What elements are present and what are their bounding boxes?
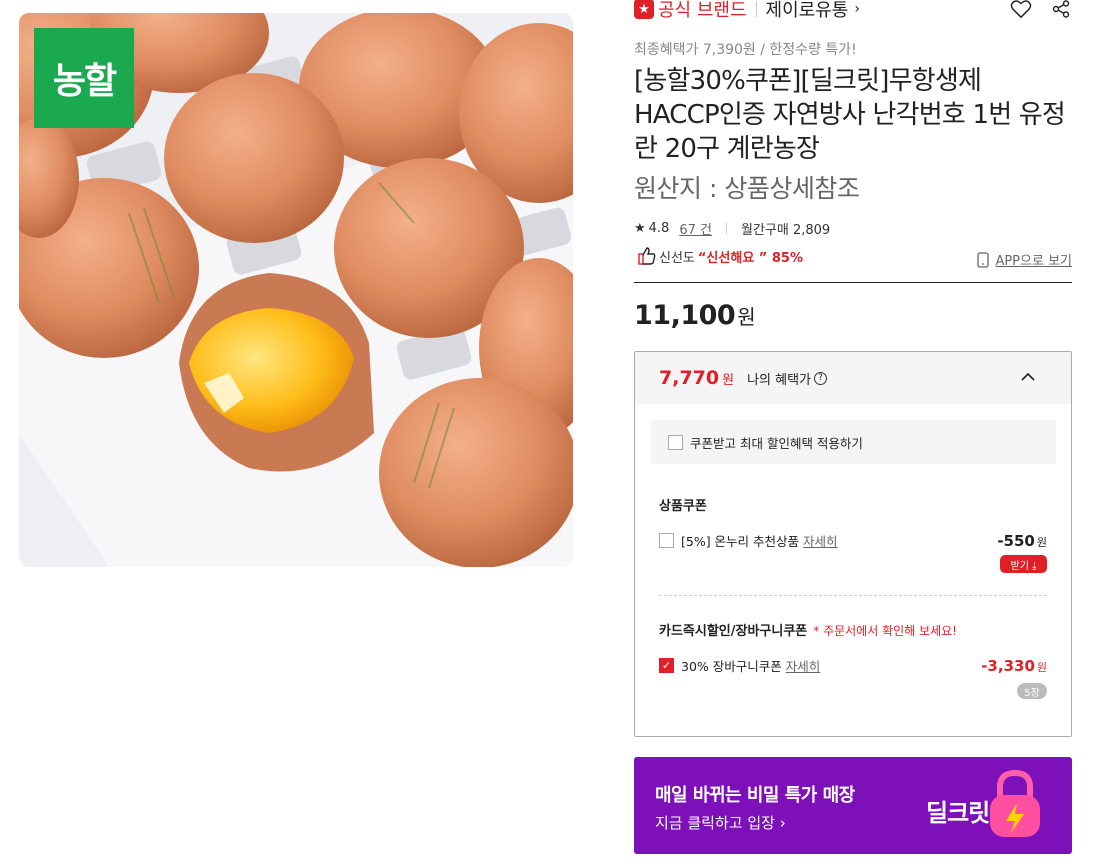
promo-text: 최종혜택가 7,390원 / 한정수량 특가! (634, 42, 857, 58)
product-coupon-name: [5%] 온누리 추천상품 (681, 534, 800, 549)
nonghal-logo: 농할 (34, 28, 134, 128)
star-badge-icon: ★ (634, 0, 654, 19)
product-coupon-row: [5%] 온누리 추천상품 자세히 -550 원 (659, 531, 1047, 550)
freshness-value: “신선해요 ” 85% (697, 250, 803, 266)
dealcret-banner[interactable]: 매일 바뀌는 비밀 특가 매장 지금 클릭하고 입장 › 딜크릿 (634, 757, 1072, 854)
benefit-panel: 7,770 원 나의 혜택가 ? 쿠폰받고 최대 할인혜택 적용하기 상품쿠폰 … (634, 351, 1072, 737)
cart-coupon-checkbox[interactable]: ✓ (659, 658, 674, 673)
review-count-link[interactable]: 67 건 (679, 219, 712, 238)
brand-row: ★ 공식 브랜드 제이로유통 › (634, 0, 1072, 24)
banner-title: 매일 바뀌는 비밀 특가 매장 (655, 785, 855, 806)
card-section-label: 카드즉시할인/장바구니쿠폰 (659, 624, 808, 639)
share-icon[interactable] (1050, 0, 1072, 20)
product-coupon-discount: -550 원 (997, 532, 1047, 550)
seller-link[interactable]: 제이로유통 › (766, 0, 860, 22)
discount-value: -3,330 (981, 656, 1035, 675)
official-brand-badge[interactable]: ★ 공식 브랜드 (634, 0, 747, 22)
card-section-note: * 주문서에서 확인해 보세요! (813, 624, 957, 638)
discount-unit: 원 (1036, 660, 1047, 674)
chevron-up-icon[interactable] (1019, 368, 1037, 386)
dealcret-logo: 딜크릿 (926, 799, 990, 827)
benefit-amount: 7,770 (659, 367, 720, 389)
card-section-title: 카드즉시할인/장바구니쿠폰 * 주문서에서 확인해 보세요! (659, 620, 957, 639)
heart-icon[interactable] (1010, 0, 1032, 20)
app-view-link[interactable]: APP으로 보기 (977, 250, 1072, 269)
divider (725, 223, 727, 234)
product-coupon-detail-link[interactable]: 자세히 (803, 531, 838, 550)
cart-coupon-name: 30% 장바구니쿠폰 (681, 659, 782, 674)
section-divider (634, 282, 1072, 283)
discount-unit: 원 (1036, 535, 1047, 549)
cart-coupon-discount: -3,330 원 (981, 657, 1047, 675)
product-title: [농할30%쿠폰][딜크릿]무항생제 HACCP인증 자연방사 난각번호 1번 … (634, 66, 1066, 164)
benefit-label: 나의 혜택가 (747, 372, 812, 388)
max-discount-option[interactable]: 쿠폰받고 최대 할인혜택 적용하기 (651, 420, 1056, 464)
rating-row: ★ 4.8 67 건 월간구매 2,809 (634, 219, 830, 238)
official-brand-label: 공식 브랜드 (658, 0, 747, 21)
banner-subtitle: 지금 클릭하고 입장 › (655, 814, 786, 832)
chevron-right-icon: › (854, 1, 860, 17)
app-view-label: APP으로 보기 (995, 254, 1072, 269)
benefit-header[interactable]: 7,770 원 나의 혜택가 ? (635, 352, 1071, 404)
seller-name: 제이로유통 (765, 0, 849, 21)
price-value: 11,100 (634, 300, 736, 331)
coupon-count-badge: 5장 (1017, 683, 1047, 699)
star-icon: ★ (634, 221, 646, 236)
cart-coupon-row: ✓ 30% 장바구니쿠폰 자세히 -3,330 원 (659, 656, 1047, 675)
top-actions (1010, 0, 1072, 20)
discount-value: -550 (997, 531, 1035, 550)
product-origin: 원산지 : 상품상세참조 (634, 174, 860, 203)
coupon-download-button[interactable]: 받기 ⤓ (1000, 555, 1047, 573)
lock-icon (990, 769, 1040, 837)
product-coupon-title: 상품쿠폰 (659, 499, 707, 514)
dashed-divider (659, 595, 1047, 596)
cart-coupon-detail-link[interactable]: 자세히 (786, 656, 821, 675)
benefit-amount-unit: 원 (722, 372, 735, 388)
monthly-purchase: 월간구매 2,809 (740, 223, 831, 238)
thumbs-up-icon (638, 247, 656, 265)
price-unit: 원 (737, 305, 756, 329)
rating-value: 4.8 (648, 221, 670, 236)
product-coupon-checkbox[interactable] (659, 533, 674, 548)
max-discount-checkbox[interactable] (668, 434, 683, 450)
help-icon[interactable]: ? (814, 371, 828, 385)
price: 11,100 원 (634, 300, 756, 331)
mobile-phone-icon (977, 251, 990, 268)
divider (755, 1, 757, 17)
freshness-row: 신선도 “신선해요 ” 85% (638, 246, 803, 266)
freshness-label: 신선도 (659, 250, 695, 266)
max-discount-label: 쿠폰받고 최대 할인혜택 적용하기 (690, 435, 863, 451)
